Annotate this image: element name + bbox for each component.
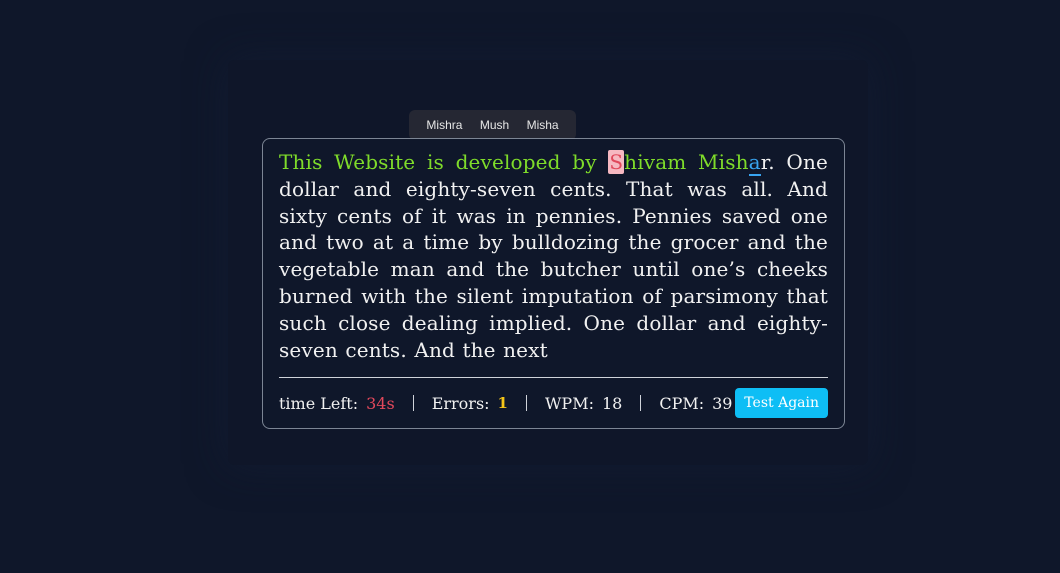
wpm-stat: WPM: 18	[545, 394, 622, 413]
test-again-button[interactable]: Test Again	[735, 388, 828, 418]
stat-separator	[640, 395, 642, 411]
errors-value: 1	[497, 394, 508, 412]
errors-label: Errors:	[431, 393, 490, 413]
spellcheck-suggestions: Mishra Mush Misha	[409, 110, 576, 140]
stats-bar: time Left: 34s Errors: 1 WPM: 18 CPM: 39…	[279, 388, 828, 418]
cpm-stat: CPM: 39	[659, 394, 732, 413]
typing-test-card: This Website is developed by Shivam Mish…	[262, 138, 845, 429]
error-character: S	[608, 150, 625, 174]
wpm-value: 18	[601, 393, 623, 413]
typing-passage[interactable]: This Website is developed by Shivam Mish…	[279, 149, 828, 363]
cpm-label: CPM:	[659, 393, 705, 413]
suggestion-item[interactable]: Mishra	[422, 116, 466, 134]
cpm-value: 39	[712, 393, 733, 413]
time-left-label: time Left:	[279, 393, 359, 413]
current-character: a	[748, 150, 761, 176]
wpm-label: WPM:	[544, 393, 594, 413]
suggestion-item[interactable]: Mush	[476, 116, 513, 134]
time-left-stat: time Left: 34s	[279, 394, 395, 413]
remaining-text: r. One dollar and eighty-seven cents. Th…	[279, 150, 828, 362]
suggestion-item[interactable]: Misha	[523, 116, 563, 134]
typed-correct-text: This Website is developed by	[279, 150, 609, 174]
stat-separator	[525, 395, 527, 411]
time-left-value: 34s	[366, 393, 395, 413]
typed-correct-text: hivam Mish	[624, 150, 749, 174]
errors-stat: Errors: 1	[432, 394, 508, 413]
stat-separator	[412, 395, 414, 411]
divider	[279, 377, 828, 378]
